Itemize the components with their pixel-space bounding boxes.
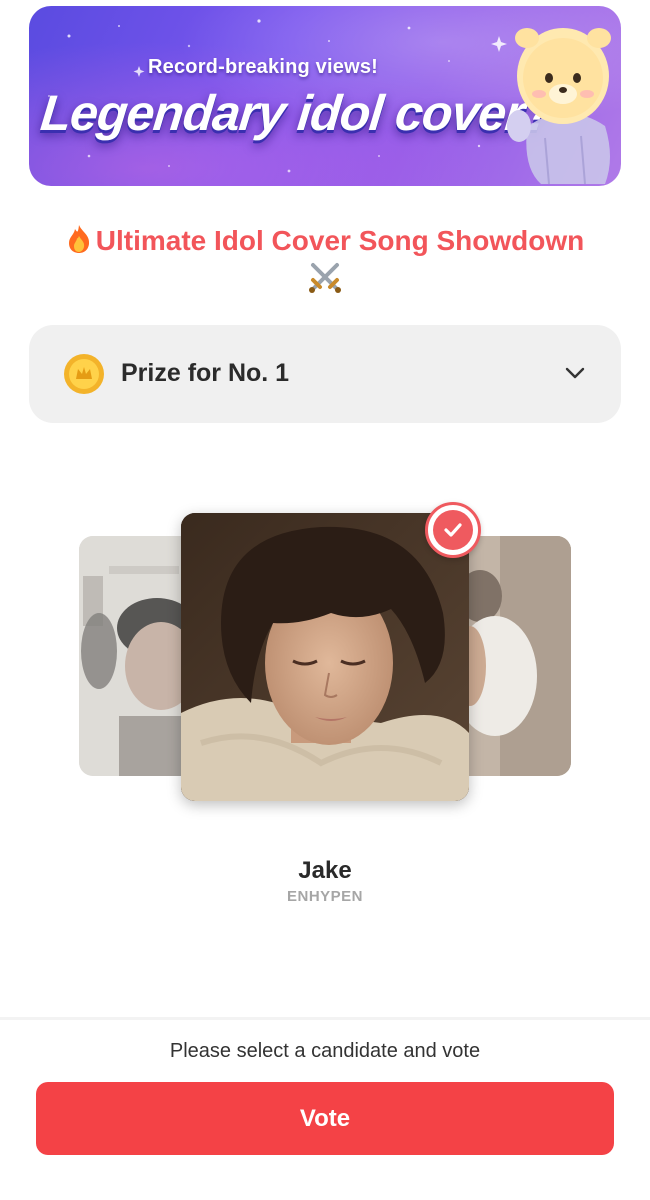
selected-check-badge xyxy=(425,502,481,558)
swords-row xyxy=(0,258,650,301)
fire-emoji-icon xyxy=(68,225,89,253)
voting-page: Record-breaking views! Legendary idol co… xyxy=(0,0,650,1200)
vote-instruction: Please select a candidate and vote xyxy=(169,1040,481,1062)
banner-title: Legendary idol cover? xyxy=(38,85,557,141)
checkmark-icon xyxy=(444,523,462,537)
astronaut-mascot-icon xyxy=(507,28,611,185)
prize-dropdown[interactable]: Prize for No. 1 xyxy=(29,325,621,423)
footer-divider xyxy=(0,1017,650,1020)
candidate-card-selected[interactable] xyxy=(181,513,469,801)
prize-label: Prize for No. 1 xyxy=(121,359,290,387)
candidate-group: ENHYPEN xyxy=(286,888,364,905)
candidate-photo xyxy=(181,513,469,801)
vote-button[interactable]: Vote xyxy=(36,1082,614,1155)
banner-subtitle: Record-breaking views! xyxy=(147,56,379,78)
event-title: Ultimate Idol Cover Song Showdown xyxy=(30,222,620,260)
gold-coin-icon xyxy=(64,354,104,394)
crossed-swords-emoji-icon xyxy=(309,263,341,293)
promo-banner[interactable]: Record-breaking views! Legendary idol co… xyxy=(29,6,621,186)
candidate-name: Jake xyxy=(298,857,352,884)
event-title-text: Ultimate Idol Cover Song Showdown xyxy=(95,225,585,256)
chevron-down-icon[interactable] xyxy=(563,361,587,385)
